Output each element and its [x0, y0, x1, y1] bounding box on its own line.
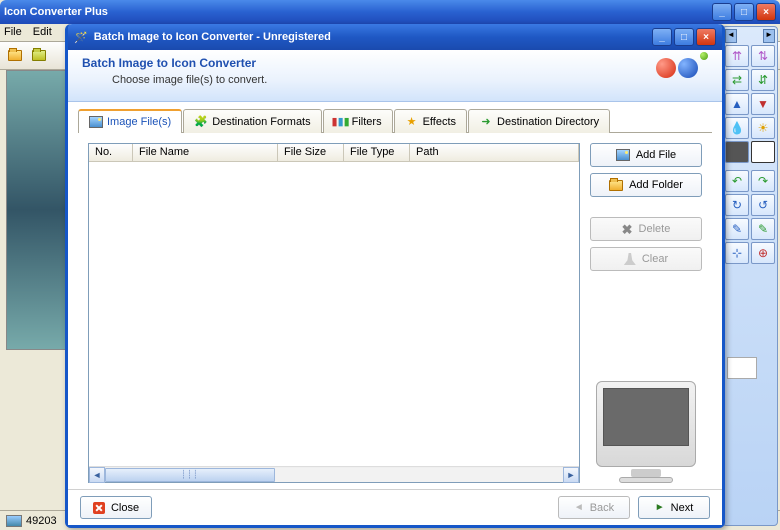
tool-cycle-icon[interactable]: ↺ [751, 194, 775, 216]
dialog-app-icon: 🪄 [74, 31, 88, 44]
button-label: Add Folder [629, 179, 683, 191]
next-button[interactable]: ► Next [638, 496, 710, 519]
scroll-thumb[interactable]: ┊┊┊ [105, 468, 275, 482]
dialog-minimize-button[interactable]: _ [652, 28, 672, 46]
dialog-titlebar[interactable]: 🪄 Batch Image to Icon Converter - Unregi… [68, 24, 722, 50]
horizontal-scrollbar[interactable]: ◄ ┊┊┊ ► [89, 466, 579, 482]
delete-icon: ✖ [622, 223, 633, 236]
toolbar-open-icon[interactable] [4, 45, 26, 67]
scroll-track[interactable] [275, 468, 563, 482]
tab-filters[interactable]: ▮▮▮ Filters [323, 109, 393, 133]
column-path[interactable]: Path [410, 144, 579, 161]
add-folder-button[interactable]: Add Folder [590, 173, 702, 197]
file-list-body[interactable] [89, 162, 579, 466]
parent-minimize-button[interactable]: _ [712, 3, 732, 21]
column-filename[interactable]: File Name [133, 144, 278, 161]
tab-label: Filters [352, 116, 382, 128]
palette-next-button[interactable]: ► [763, 29, 775, 43]
dialog-footer: Close ◄ Back ► Next [68, 489, 722, 525]
dialog-maximize-button[interactable]: □ [674, 28, 694, 46]
tool-sun-icon[interactable]: ☀ [751, 117, 775, 139]
tab-label: Image File(s) [107, 116, 171, 128]
tool-rotate-left-icon[interactable]: ↶ [725, 170, 749, 192]
button-label: Next [671, 502, 694, 514]
tool-crop-icon[interactable]: ⊹ [725, 242, 749, 264]
column-filesize[interactable]: File Size [278, 144, 344, 161]
parent-preview-image [6, 70, 66, 350]
back-button[interactable]: ◄ Back [558, 496, 630, 519]
button-label: Back [590, 502, 614, 514]
status-coords: 49203 [26, 515, 57, 527]
dialog-header-title: Batch Image to Icon Converter [82, 56, 708, 70]
filters-icon: ▮▮▮ [334, 115, 348, 129]
folder-icon [609, 180, 623, 191]
main-content: No. File Name File Size File Type Path ◄… [78, 132, 712, 489]
tool-rotate-right-icon[interactable]: ↷ [751, 170, 775, 192]
menu-file[interactable]: File [4, 26, 22, 38]
button-label: Close [111, 502, 139, 514]
tool-drop-icon[interactable]: 💧 [725, 117, 749, 139]
formats-icon: 🧩 [194, 115, 208, 129]
effects-icon: ★ [405, 115, 419, 129]
tool-flip-v-icon[interactable]: ⇵ [751, 69, 775, 91]
button-label: Clear [642, 253, 668, 265]
tool-swatch-dark-icon[interactable] [725, 141, 749, 163]
image-icon [89, 115, 103, 129]
tool-flip-h-icon[interactable]: ⇄ [725, 69, 749, 91]
directory-icon: ➜ [479, 115, 493, 129]
tool-triangle-down-icon[interactable]: ▼ [751, 93, 775, 115]
column-no[interactable]: No. [89, 144, 133, 161]
tool-arrows-updown-icon[interactable]: ⇅ [751, 45, 775, 67]
button-label: Add File [636, 149, 676, 161]
palette-document-preview [727, 357, 757, 379]
image-icon [616, 149, 630, 161]
tool-pencil-green-icon[interactable]: ✎ [751, 218, 775, 240]
tool-refresh-icon[interactable]: ↻ [725, 194, 749, 216]
tab-label: Destination Directory [497, 116, 599, 128]
tool-arrows-up-icon[interactable]: ⇈ [725, 45, 749, 67]
clear-button[interactable]: Clear [590, 247, 702, 271]
scroll-right-button[interactable]: ► [563, 467, 579, 483]
dialog-close-button[interactable]: × [696, 28, 716, 46]
arrow-left-icon: ◄ [574, 502, 584, 513]
parent-close-button[interactable]: × [756, 3, 776, 21]
close-icon [93, 502, 105, 514]
file-list-header: No. File Name File Size File Type Path [89, 144, 579, 162]
delete-button[interactable]: ✖ Delete [590, 217, 702, 241]
tool-swatch-light-icon[interactable] [751, 141, 775, 163]
palette-prev-button[interactable]: ◄ [725, 29, 737, 43]
menu-edit[interactable]: Edit [33, 26, 52, 38]
tab-label: Destination Formats [212, 116, 310, 128]
tab-strip: Image File(s) 🧩 Destination Formats ▮▮▮ … [68, 102, 722, 132]
scroll-left-button[interactable]: ◄ [89, 467, 105, 483]
status-thumbnail-icon [6, 515, 22, 527]
tab-destination-directory[interactable]: ➜ Destination Directory [468, 109, 610, 133]
dialog-header: Batch Image to Icon Converter Choose ima… [68, 50, 722, 102]
close-button[interactable]: Close [80, 496, 152, 519]
header-logo-icon [656, 58, 708, 78]
add-file-button[interactable]: Add File [590, 143, 702, 167]
batch-converter-dialog: 🪄 Batch Image to Icon Converter - Unregi… [65, 24, 725, 528]
column-filetype[interactable]: File Type [344, 144, 410, 161]
tab-image-files[interactable]: Image File(s) [78, 109, 182, 133]
parent-titlebar[interactable]: Icon Converter Plus _ □ × [0, 0, 780, 24]
tab-destination-formats[interactable]: 🧩 Destination Formats [183, 109, 321, 133]
tab-label: Effects [423, 116, 456, 128]
tool-target-icon[interactable]: ⊕ [751, 242, 775, 264]
tool-triangle-up-icon[interactable]: ▲ [725, 93, 749, 115]
file-list[interactable]: No. File Name File Size File Type Path ◄… [88, 143, 580, 483]
button-label: Delete [639, 223, 671, 235]
dialog-title: Batch Image to Icon Converter - Unregist… [94, 31, 331, 43]
side-buttons: Add File Add Folder ✖ Delete Clear [590, 143, 702, 483]
toolbar-copy-icon[interactable] [28, 45, 50, 67]
preview-monitor [590, 371, 702, 483]
tool-palette: ◄ ► ⇈ ⇅ ⇄ ⇵ ▲ ▼ 💧 ☀ ↶ ↷ ↻ ↺ ✎ ✎ ⊹ ⊕ [722, 26, 778, 526]
parent-maximize-button[interactable]: □ [734, 3, 754, 21]
tab-effects[interactable]: ★ Effects [394, 109, 467, 133]
clear-icon [624, 253, 636, 265]
tool-pencil-blue-icon[interactable]: ✎ [725, 218, 749, 240]
arrow-right-icon: ► [655, 502, 665, 513]
parent-title: Icon Converter Plus [4, 6, 108, 18]
dialog-header-subtitle: Choose image file(s) to convert. [112, 74, 708, 86]
